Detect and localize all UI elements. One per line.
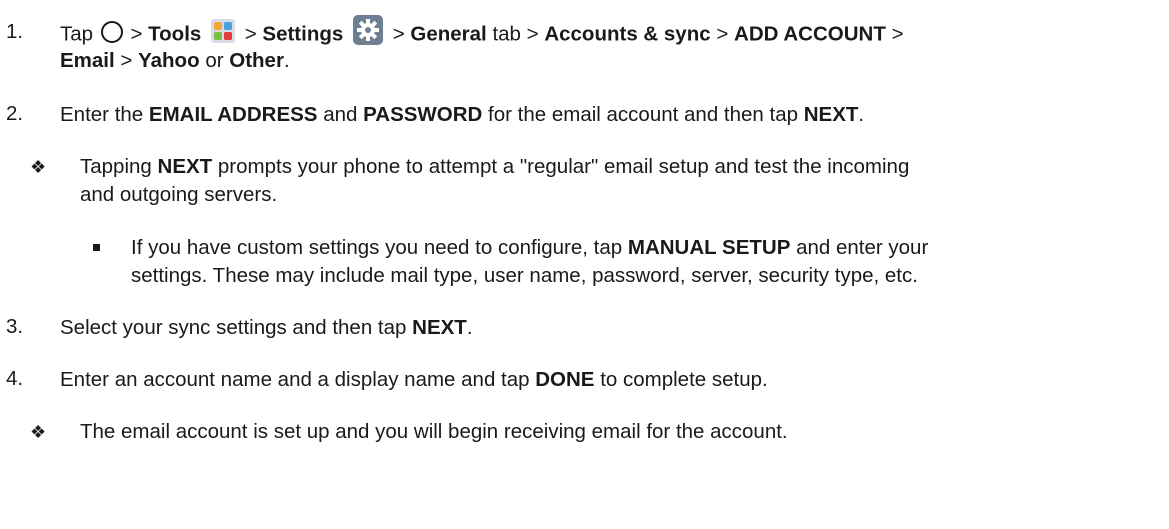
separator: >: [120, 49, 133, 72]
text: and enter your: [796, 236, 929, 259]
text: Enter the: [60, 103, 144, 126]
step-1-line-1: Tap > Tools > Settings > General tab > A…: [60, 15, 904, 50]
text: If you have custom settings you need to …: [131, 236, 623, 259]
tab-text: tab >: [492, 22, 539, 46]
note-manual-setup-line-1: If you have custom settings you need to …: [131, 235, 928, 261]
period: .: [858, 103, 865, 126]
separator: >: [130, 22, 143, 46]
done-label: DONE: [535, 368, 595, 391]
step-4-number: 4.: [6, 367, 24, 390]
settings-label: Settings: [262, 22, 344, 46]
text: and: [323, 103, 358, 126]
settings-gear-icon: [352, 15, 383, 45]
separator: >: [716, 22, 729, 46]
note-tapping-next-line-2: and outgoing servers.: [80, 183, 278, 206]
other-label: Other: [229, 49, 284, 72]
email-label: Email: [60, 49, 115, 72]
separator: >: [891, 22, 904, 46]
tools-label: Tools: [148, 22, 202, 46]
home-circle-icon: [100, 21, 123, 43]
text: prompts your phone to attempt a "regular…: [217, 155, 910, 178]
separator: >: [244, 22, 257, 46]
next-label: NEXT: [803, 103, 859, 126]
email-address-label: EMAIL ADDRESS: [148, 103, 318, 126]
note-manual-setup-line-2: settings. These may include mail type, u…: [131, 264, 918, 287]
step-1-number: 1.: [6, 20, 24, 43]
next-label: NEXT: [157, 155, 213, 178]
manual-setup-label: MANUAL SETUP: [627, 236, 791, 259]
period: .: [283, 49, 290, 72]
step-2-text: Enter the EMAIL ADDRESS and PASSWORD for…: [60, 102, 864, 128]
accounts-sync-label: Accounts & sync: [544, 22, 711, 46]
password-label: PASSWORD: [363, 103, 483, 126]
step-1-line-2: Email > Yahoo or Other.: [60, 48, 290, 74]
text: for the email account and then tap: [488, 103, 799, 126]
tools-folder-icon: [211, 19, 236, 43]
add-account-label: ADD ACCOUNT: [734, 22, 886, 46]
diamond-bullet-icon: ❖: [30, 422, 47, 442]
step-3-text: Select your sync settings and then tap N…: [60, 315, 473, 341]
diamond-bullet-icon: ❖: [30, 157, 47, 177]
step-3-number: 3.: [6, 315, 24, 338]
separator: >: [392, 22, 405, 46]
step-4-text: Enter an account name and a display name…: [60, 367, 768, 393]
note-setup-complete: The email account is set up and you will…: [80, 420, 788, 443]
tap-text: Tap: [60, 22, 94, 46]
period: .: [466, 316, 473, 339]
text: to complete setup.: [600, 368, 768, 391]
general-label: General: [410, 22, 487, 46]
text: Select your sync settings and then tap: [60, 316, 407, 339]
instructions-page: { "steps": [ { "number": "1.", "line1": …: [0, 0, 1169, 529]
step-2-number: 2.: [6, 102, 24, 125]
text: Tapping: [80, 155, 152, 178]
square-bullet-icon: [93, 244, 100, 251]
note-tapping-next-line-1: Tapping NEXT prompts your phone to attem…: [80, 154, 909, 180]
text: Enter an account name and a display name…: [60, 368, 530, 391]
or-text: or: [205, 49, 224, 72]
yahoo-label: Yahoo: [138, 49, 200, 72]
next-label: NEXT: [412, 316, 467, 339]
